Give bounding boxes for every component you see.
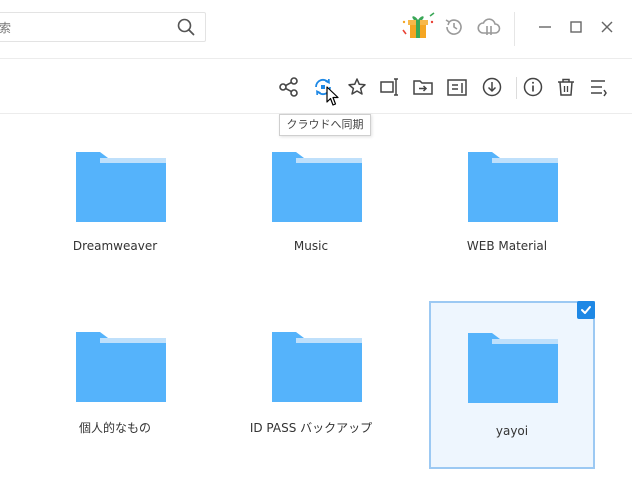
list-view-icon[interactable] — [588, 76, 610, 98]
download-icon[interactable] — [481, 76, 503, 98]
titlebar-divider — [514, 12, 515, 46]
folder-item[interactable]: Music — [228, 115, 394, 283]
toolbar-divider — [516, 77, 517, 99]
folder-icon — [272, 152, 362, 222]
folder-item[interactable]: 個人的なもの — [32, 295, 198, 463]
folder-icon — [76, 152, 166, 222]
cursor-icon — [326, 86, 339, 106]
checkbox-checked-icon[interactable] — [577, 301, 595, 319]
folder-icon — [76, 332, 166, 402]
folder-item-selected[interactable]: yayoi — [429, 301, 595, 469]
title-bar — [0, 0, 632, 58]
share-icon[interactable] — [278, 76, 300, 98]
history-icon[interactable] — [441, 14, 467, 40]
folder-icon — [468, 152, 558, 222]
star-icon[interactable] — [346, 76, 368, 98]
folder-item[interactable]: WEB Material — [424, 115, 590, 283]
maximize-icon[interactable] — [563, 14, 589, 40]
move-icon[interactable] — [412, 76, 434, 98]
folder-name: yayoi — [495, 424, 529, 438]
text-icon[interactable] — [446, 76, 468, 98]
folder-icon — [468, 333, 558, 403]
folder-name: Music — [293, 239, 329, 253]
folder-name: ID PASS バックアップ — [249, 421, 373, 435]
folder-name: 個人的なもの — [78, 421, 151, 435]
folder-name: WEB Material — [466, 239, 548, 253]
cloud-icon[interactable] — [476, 14, 502, 40]
close-icon[interactable] — [594, 14, 620, 40]
folder-icon — [272, 332, 362, 402]
toolbar — [0, 58, 632, 114]
folder-grid: Dreamweaver Music WEB Material 個人的なもの ID… — [0, 115, 632, 488]
minimize-icon[interactable] — [532, 14, 558, 40]
folder-name: Dreamweaver — [72, 239, 158, 253]
search-icon[interactable] — [177, 18, 195, 36]
folder-item[interactable]: Dreamweaver — [32, 115, 198, 283]
gift-icon[interactable] — [398, 12, 438, 42]
info-icon[interactable] — [522, 76, 544, 98]
search-input[interactable] — [0, 17, 159, 37]
rename-icon[interactable] — [379, 76, 401, 98]
trash-icon[interactable] — [555, 76, 577, 98]
folder-item[interactable]: ID PASS バックアップ — [228, 295, 394, 463]
search-box[interactable] — [0, 12, 206, 42]
